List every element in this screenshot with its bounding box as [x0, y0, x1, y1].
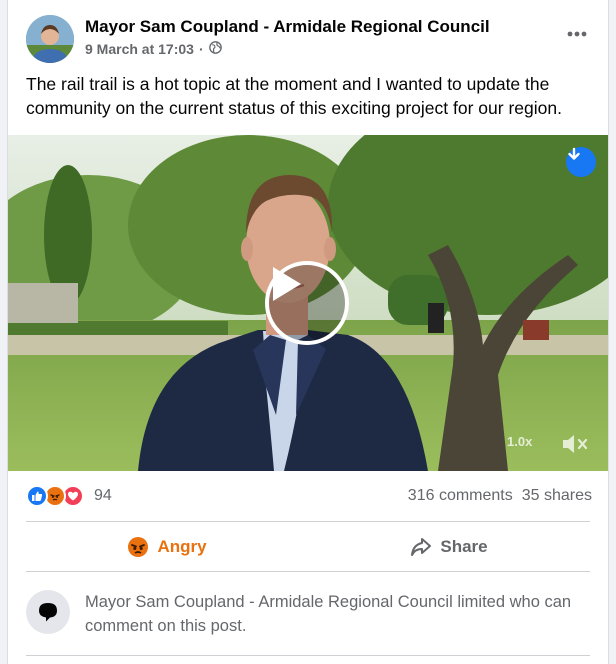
post-text: The rail trail is a hot topic at the mom… — [26, 74, 562, 118]
share-button[interactable]: Share — [308, 523, 590, 571]
divider — [26, 571, 590, 572]
reaction-summary[interactable]: 94 — [26, 485, 112, 507]
playback-speed[interactable]: 1.0x — [507, 434, 532, 449]
comments-count[interactable]: 316 comments — [408, 487, 513, 505]
notice-text: Mayor Sam Coupland - Armidale Regional C… — [85, 593, 572, 635]
post-header: Mayor Sam Coupland - Armidale Regional C… — [26, 14, 592, 64]
post-meta: 9 March at 17:03 · — [85, 41, 222, 57]
action-bar: Angry Share — [26, 523, 590, 571]
post-timestamp[interactable]: 9 March at 17:03 — [85, 41, 194, 57]
engagement-counts: 316 comments 35 shares — [408, 487, 592, 505]
divider — [26, 521, 590, 522]
play-button[interactable] — [265, 261, 349, 345]
angry-reaction-button[interactable]: Angry — [26, 523, 308, 571]
video-player[interactable]: 1.0x — [8, 135, 608, 471]
download-icon[interactable] — [566, 147, 596, 177]
meta-separator: · — [198, 41, 204, 57]
speaker-muted-icon[interactable] — [561, 432, 589, 456]
divider — [26, 655, 590, 656]
shares-count[interactable]: 35 shares — [522, 487, 592, 505]
ellipsis-icon[interactable] — [562, 24, 592, 44]
reaction-count[interactable]: 94 — [94, 487, 112, 505]
share-icon — [410, 537, 432, 557]
avatar[interactable] — [26, 15, 74, 63]
comment-limit-notice: Mayor Sam Coupland - Armidale Regional C… — [26, 590, 592, 638]
post-card: Mayor Sam Coupland - Armidale Regional C… — [7, 0, 609, 664]
share-label: Share — [440, 537, 488, 556]
reaction-label: Angry — [157, 537, 207, 556]
comment-bubble-icon — [26, 590, 70, 634]
angry-icon — [127, 536, 149, 558]
author-name[interactable]: Mayor Sam Coupland - Armidale Regional C… — [85, 17, 490, 37]
globe-icon[interactable] — [208, 41, 222, 57]
like-icon — [26, 485, 48, 507]
post-stats: 94 316 comments 35 shares — [26, 483, 592, 509]
play-icon — [273, 267, 301, 301]
